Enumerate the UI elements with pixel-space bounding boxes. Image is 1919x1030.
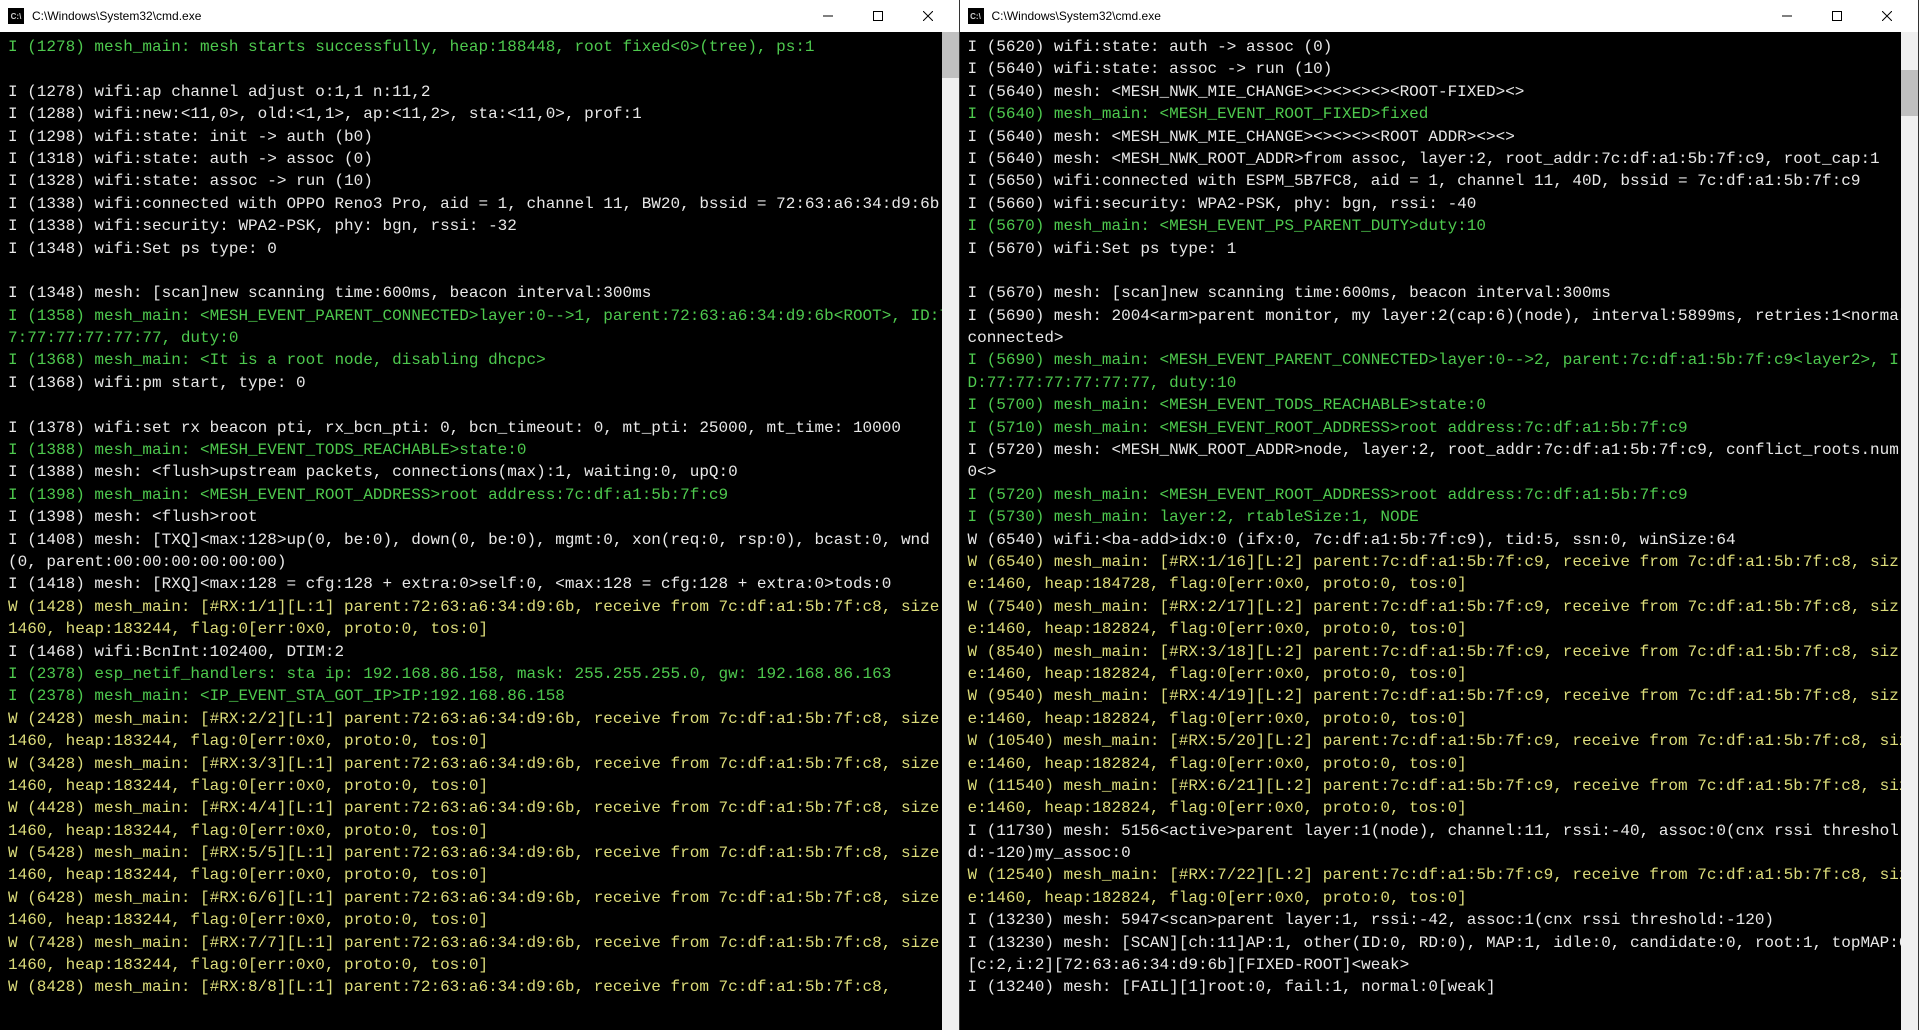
- terminal-line: I (1348) wifi:Set ps type: 0: [8, 238, 951, 260]
- terminal-line: W (5428) mesh_main: [#RX:5/5][L:1] paren…: [8, 842, 951, 887]
- close-button[interactable]: [905, 0, 951, 32]
- terminal-line: I (1278) wifi:ap channel adjust o:1,1 n:…: [8, 81, 951, 103]
- terminal-window-right: C:\ C:\Windows\System32\cmd.exe I (5620)…: [960, 0, 1919, 1030]
- terminal-line: I (5670) mesh_main: <MESH_EVENT_PS_PAREN…: [968, 215, 1911, 237]
- terminal-line: I (1368) wifi:pm start, type: 0: [8, 372, 951, 394]
- terminal-line: I (1318) wifi:state: auth -> assoc (0): [8, 148, 951, 170]
- terminal-line: I (11730) mesh: 5156<active>parent layer…: [968, 820, 1911, 865]
- terminal-line: I (5670) wifi:Set ps type: 1: [968, 238, 1911, 260]
- maximize-icon: [1832, 11, 1842, 21]
- terminal-line: I (5660) wifi:security: WPA2-PSK, phy: b…: [968, 193, 1911, 215]
- terminal-line: W (4428) mesh_main: [#RX:4/4][L:1] paren…: [8, 797, 951, 842]
- window-controls: [805, 0, 951, 32]
- terminal-line: I (1298) wifi:state: init -> auth (b0): [8, 126, 951, 148]
- window-controls: [1764, 0, 1910, 32]
- terminal-line: I (5640) mesh: <MESH_NWK_ROOT_ADDR>from …: [968, 148, 1911, 170]
- terminal-line: I (5650) wifi:connected with ESPM_5B7FC8…: [968, 170, 1911, 192]
- minimize-button[interactable]: [1764, 0, 1810, 32]
- maximize-icon: [873, 11, 883, 21]
- terminal-line: W (10540) mesh_main: [#RX:5/20][L:2] par…: [968, 730, 1911, 775]
- terminal-line: W (12540) mesh_main: [#RX:7/22][L:2] par…: [968, 864, 1911, 909]
- terminal-line: I (1398) mesh_main: <MESH_EVENT_ROOT_ADD…: [8, 484, 951, 506]
- close-icon: [923, 11, 933, 21]
- terminal-line: I (5690) mesh: 2004<arm>parent monitor, …: [968, 305, 1911, 350]
- terminal-line: I (5670) mesh: [scan]new scanning time:6…: [968, 282, 1911, 304]
- scrollbar-thumb[interactable]: [942, 32, 959, 78]
- maximize-button[interactable]: [1814, 0, 1860, 32]
- scrollbar[interactable]: [942, 32, 959, 1030]
- terminal-line: I (1328) wifi:state: assoc -> run (10): [8, 170, 951, 192]
- terminal-line: I (5620) wifi:state: auth -> assoc (0): [968, 36, 1911, 58]
- terminal-line: I (1338) wifi:connected with OPPO Reno3 …: [8, 193, 951, 215]
- terminal-line: I (1278) mesh_main: mesh starts successf…: [8, 36, 951, 58]
- cmd-icon: C:\: [968, 8, 984, 24]
- terminal-line: W (3428) mesh_main: [#RX:3/3][L:1] paren…: [8, 753, 951, 798]
- terminal-line: I (5640) mesh: <MESH_NWK_MIE_CHANGE><><>…: [968, 81, 1911, 103]
- terminal-line: I (1288) wifi:new:<11,0>, old:<1,1>, ap:…: [8, 103, 951, 125]
- terminal-line: [968, 260, 1911, 282]
- terminal-line: W (9540) mesh_main: [#RX:4/19][L:2] pare…: [968, 685, 1911, 730]
- terminal-line: I (5710) mesh_main: <MESH_EVENT_ROOT_ADD…: [968, 417, 1911, 439]
- terminal-line: W (8428) mesh_main: [#RX:8/8][L:1] paren…: [8, 976, 951, 998]
- terminal-line: I (5720) mesh_main: <MESH_EVENT_ROOT_ADD…: [968, 484, 1911, 506]
- terminal-line: I (1338) wifi:security: WPA2-PSK, phy: b…: [8, 215, 951, 237]
- titlebar[interactable]: C:\ C:\Windows\System32\cmd.exe: [0, 0, 959, 32]
- terminal-line: W (6540) wifi:<ba-add>idx:0 (ifx:0, 7c:d…: [968, 529, 1911, 551]
- terminal-line: I (1348) mesh: [scan]new scanning time:6…: [8, 282, 951, 304]
- terminal-line: I (5640) mesh: <MESH_NWK_MIE_CHANGE><><>…: [968, 126, 1911, 148]
- terminal-line: I (5640) wifi:state: assoc -> run (10): [968, 58, 1911, 80]
- terminal-output[interactable]: I (1278) mesh_main: mesh starts successf…: [0, 32, 959, 1030]
- terminal-output[interactable]: I (5620) wifi:state: auth -> assoc (0)I …: [960, 32, 1919, 1030]
- terminal-line: W (7428) mesh_main: [#RX:7/7][L:1] paren…: [8, 932, 951, 977]
- terminal-line: I (1408) mesh: [TXQ]<max:128>up(0, be:0)…: [8, 529, 951, 574]
- terminal-line: [8, 58, 951, 80]
- terminal-line: W (8540) mesh_main: [#RX:3/18][L:2] pare…: [968, 641, 1911, 686]
- terminal-line: I (1388) mesh_main: <MESH_EVENT_TODS_REA…: [8, 439, 951, 461]
- window-title: C:\Windows\System32\cmd.exe: [992, 9, 1765, 23]
- terminal-line: I (1468) wifi:BcnInt:102400, DTIM:2: [8, 641, 951, 663]
- scrollbar-thumb[interactable]: [1901, 70, 1918, 116]
- titlebar[interactable]: C:\ C:\Windows\System32\cmd.exe: [960, 0, 1919, 32]
- terminal-line: I (1418) mesh: [RXQ]<max:128 = cfg:128 +…: [8, 573, 951, 595]
- scrollbar[interactable]: [1901, 32, 1918, 1030]
- terminal-line: I (13230) mesh: 5947<scan>parent layer:1…: [968, 909, 1911, 931]
- terminal-line: W (6540) mesh_main: [#RX:1/16][L:2] pare…: [968, 551, 1911, 596]
- terminal-line: I (1378) wifi:set rx beacon pti, rx_bcn_…: [8, 417, 951, 439]
- terminal-line: I (2378) mesh_main: <IP_EVENT_STA_GOT_IP…: [8, 685, 951, 707]
- cmd-icon: C:\: [8, 8, 24, 24]
- terminal-window-left: C:\ C:\Windows\System32\cmd.exe I (1278)…: [0, 0, 960, 1030]
- window-title: C:\Windows\System32\cmd.exe: [32, 9, 805, 23]
- terminal-line: I (1368) mesh_main: <It is a root node, …: [8, 349, 951, 371]
- terminal-line: I (5690) mesh_main: <MESH_EVENT_PARENT_C…: [968, 349, 1911, 394]
- terminal-line: I (5720) mesh: <MESH_NWK_ROOT_ADDR>node,…: [968, 439, 1911, 484]
- terminal-line: I (5730) mesh_main: layer:2, rtableSize:…: [968, 506, 1911, 528]
- terminal-line: [8, 260, 951, 282]
- terminal-line: W (7540) mesh_main: [#RX:2/17][L:2] pare…: [968, 596, 1911, 641]
- terminal-line: I (1358) mesh_main: <MESH_EVENT_PARENT_C…: [8, 305, 951, 350]
- minimize-icon: [1782, 11, 1792, 21]
- terminal-line: W (2428) mesh_main: [#RX:2/2][L:1] paren…: [8, 708, 951, 753]
- terminal-line: W (1428) mesh_main: [#RX:1/1][L:1] paren…: [8, 596, 951, 641]
- terminal-line: W (6428) mesh_main: [#RX:6/6][L:1] paren…: [8, 887, 951, 932]
- minimize-button[interactable]: [805, 0, 851, 32]
- minimize-icon: [823, 11, 833, 21]
- terminal-line: I (1398) mesh: <flush>root: [8, 506, 951, 528]
- terminal-line: I (13230) mesh: [SCAN][ch:11]AP:1, other…: [968, 932, 1911, 977]
- close-button[interactable]: [1864, 0, 1910, 32]
- terminal-line: I (5700) mesh_main: <MESH_EVENT_TODS_REA…: [968, 394, 1911, 416]
- close-icon: [1882, 11, 1892, 21]
- terminal-line: I (1388) mesh: <flush>upstream packets, …: [8, 461, 951, 483]
- terminal-line: I (13240) mesh: [FAIL][1]root:0, fail:1,…: [968, 976, 1911, 998]
- terminal-line: I (5640) mesh_main: <MESH_EVENT_ROOT_FIX…: [968, 103, 1911, 125]
- terminal-line: [8, 394, 951, 416]
- maximize-button[interactable]: [855, 0, 901, 32]
- terminal-line: I (2378) esp_netif_handlers: sta ip: 192…: [8, 663, 951, 685]
- terminal-line: W (11540) mesh_main: [#RX:6/21][L:2] par…: [968, 775, 1911, 820]
